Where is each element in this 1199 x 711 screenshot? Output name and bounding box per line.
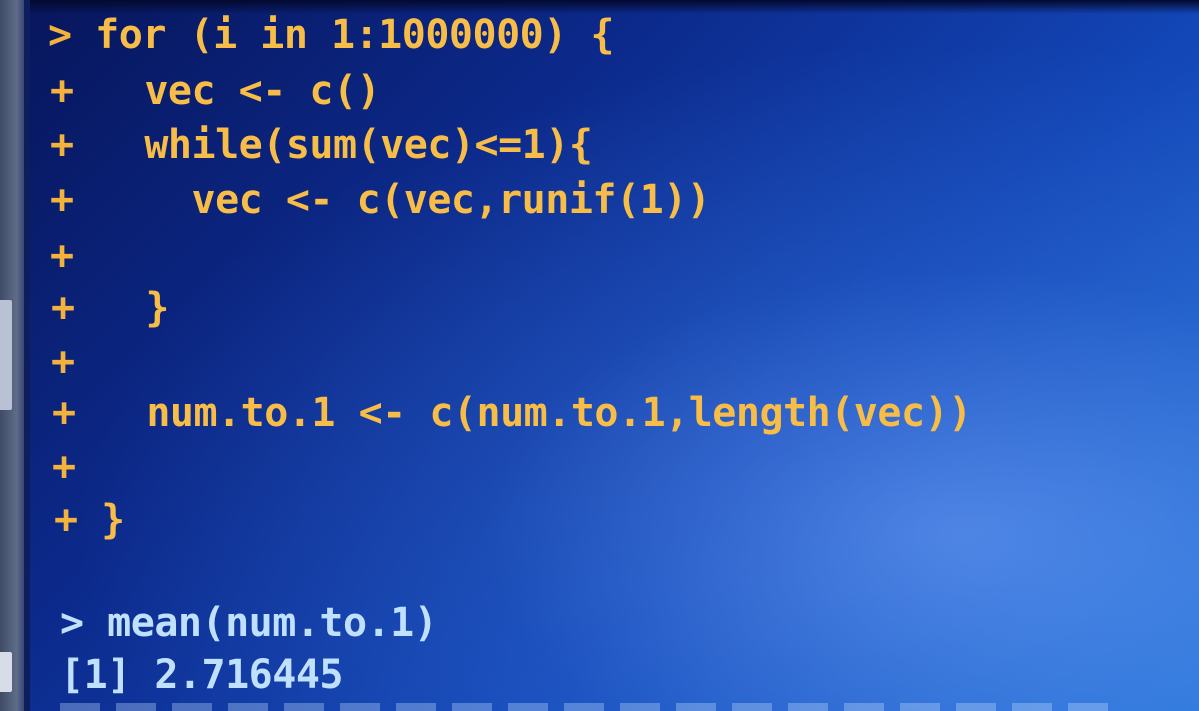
code-text: } (74, 285, 169, 331)
prompt-symbol: + (50, 68, 74, 114)
prompt-symbol: > (48, 12, 72, 58)
code-text: num.to.1 <- c(num.to.1,length(vec)) (75, 390, 972, 436)
console-line: + (50, 236, 74, 276)
code-text: vec <- c() (73, 68, 381, 114)
prompt-symbol: + (54, 497, 78, 543)
console-line: + (52, 447, 76, 487)
code-text: vec <- c(vec,runif(1)) (73, 177, 711, 223)
console-line: + while(sum(vec)<=1){ (50, 122, 593, 168)
prompt-symbol: + (52, 390, 76, 436)
console-line: > for (i in 1:1000000) { (48, 15, 614, 55)
prompt-symbol: + (50, 122, 74, 168)
code-text: } (77, 497, 125, 543)
code-text: for (i in 1:1000000) { (71, 12, 614, 58)
prompt-symbol: + (51, 339, 75, 385)
prompt-symbol: > (60, 600, 84, 646)
console-line: + vec <- c() (50, 68, 381, 114)
prompt-symbol: + (51, 285, 75, 331)
console-line: + (51, 342, 75, 382)
cut-off-line (60, 703, 1120, 711)
prompt-symbol: + (52, 444, 76, 490)
r-console[interactable]: > for (i in 1:1000000) { + vec <- c() + … (0, 0, 1199, 711)
screen: > for (i in 1:1000000) { + vec <- c() + … (0, 0, 1199, 711)
console-output: [1] 2.716445 (60, 652, 343, 698)
prompt-symbol: + (50, 233, 74, 279)
prompt-symbol: + (50, 177, 74, 223)
code-text: while(sum(vec)<=1){ (73, 122, 593, 168)
console-line: + } (54, 500, 125, 540)
console-line: + } (51, 288, 169, 328)
code-text: mean(num.to.1) (83, 600, 438, 646)
console-line: > mean(num.to.1) (60, 600, 438, 646)
console-line: + vec <- c(vec,runif(1)) (50, 177, 711, 223)
console-line: + num.to.1 <- c(num.to.1,length(vec)) (52, 393, 972, 433)
